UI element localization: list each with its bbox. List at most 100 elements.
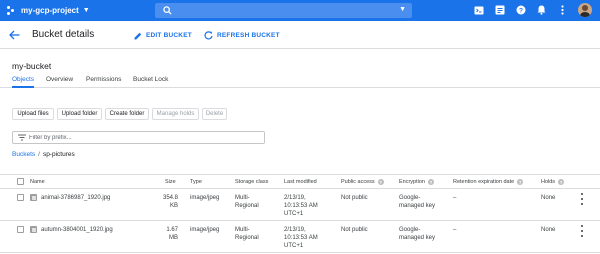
create-folder-button[interactable]: Create folder bbox=[105, 108, 149, 120]
modified-date: 2/13/19, bbox=[284, 195, 306, 201]
column-storage-class[interactable]: Storage class bbox=[235, 179, 268, 185]
page-header: Bucket details EDIT BUCKET REFRESH BUCKE… bbox=[0, 21, 600, 49]
retention-date: – bbox=[453, 227, 457, 233]
manage-holds-button[interactable]: Manage holds bbox=[152, 108, 199, 120]
modified-zone: UTC+1 bbox=[284, 243, 304, 249]
help-icon[interactable]: ? bbox=[558, 179, 565, 185]
storage-class-line1: Multi- bbox=[235, 195, 250, 201]
storage-class: Multi- Regional bbox=[235, 226, 259, 242]
search-dropdown-icon[interactable]: ▼ bbox=[399, 6, 406, 13]
column-retention-label: Retention expiration date bbox=[453, 179, 515, 185]
column-holds[interactable]: Holds? bbox=[541, 179, 565, 185]
breadcrumb-separator: / bbox=[38, 151, 40, 158]
bell-icon[interactable] bbox=[536, 5, 547, 16]
tab-objects[interactable]: Objects bbox=[12, 76, 34, 83]
svg-text:?: ? bbox=[519, 7, 523, 14]
column-name[interactable]: Name bbox=[30, 179, 45, 185]
size-unit: KB bbox=[169, 203, 178, 209]
column-public-access-label: Public access bbox=[341, 179, 375, 185]
storage-class-line2: Regional bbox=[235, 235, 259, 241]
help-icon[interactable]: ? bbox=[515, 5, 526, 16]
holds: None bbox=[541, 195, 556, 201]
more-vert-icon[interactable] bbox=[557, 5, 568, 16]
filter-input[interactable] bbox=[29, 134, 249, 141]
avatar[interactable] bbox=[578, 3, 592, 17]
public-access: Not public bbox=[341, 195, 368, 201]
upload-files-button[interactable]: Upload files bbox=[12, 108, 54, 120]
table-row[interactable]: autumn-3804001_1920.jpg 1.67 MB image/jpe… bbox=[0, 221, 600, 253]
project-name: my-gcp-project bbox=[21, 6, 79, 15]
row-more-vert-icon[interactable] bbox=[579, 225, 585, 237]
image-file-icon bbox=[30, 194, 37, 201]
column-retention[interactable]: Retention expiration date? bbox=[453, 179, 524, 185]
column-last-modified[interactable]: Last modified bbox=[284, 179, 317, 185]
project-dots-icon bbox=[7, 5, 17, 16]
column-public-access[interactable]: Public access? bbox=[341, 179, 384, 185]
size-value: 1.67 bbox=[166, 227, 178, 233]
tab-bucket-lock[interactable]: Bucket Lock bbox=[133, 76, 168, 83]
modified-time: 10:13:53 AM bbox=[284, 203, 318, 209]
file-name-link[interactable]: autumn-3804001_1920.jpg bbox=[41, 226, 113, 234]
help-icon[interactable]: ? bbox=[428, 179, 434, 185]
size-unit: MB bbox=[169, 235, 178, 241]
back-arrow-icon[interactable] bbox=[8, 29, 20, 41]
filter-box[interactable] bbox=[12, 131, 265, 144]
storage-class-line1: Multi- bbox=[235, 227, 250, 233]
column-encryption-label: Encryption bbox=[399, 179, 425, 185]
upload-folder-button[interactable]: Upload folder bbox=[57, 108, 102, 120]
file-name-link[interactable]: animal-3786987_1920.jpg bbox=[41, 194, 110, 202]
object-toolbar: Upload files Upload folder Create folder… bbox=[12, 108, 230, 120]
size-value: 354.8 bbox=[162, 195, 178, 201]
project-selector[interactable]: my-gcp-project ▼ bbox=[7, 5, 90, 16]
edit-bucket-label: EDIT BUCKET bbox=[146, 32, 192, 39]
search-bar[interactable]: ▼ bbox=[155, 3, 412, 18]
modified-date: 2/13/19, bbox=[284, 227, 306, 233]
file-type: image/jpeg bbox=[190, 227, 220, 233]
select-all-checkbox[interactable] bbox=[17, 178, 24, 185]
filter-icon bbox=[17, 133, 26, 142]
pencil-icon bbox=[133, 31, 142, 40]
column-type[interactable]: Type bbox=[190, 179, 202, 185]
breadcrumb: Buckets / sp-pictures bbox=[12, 151, 75, 158]
delete-button[interactable]: Delete bbox=[202, 108, 227, 120]
tab-bar: Objects Overview Permissions Bucket Lock bbox=[0, 72, 600, 88]
storage-class-line2: Regional bbox=[235, 203, 259, 209]
top-app-bar: my-gcp-project ▼ ▼ ? bbox=[0, 0, 600, 21]
row-checkbox[interactable] bbox=[17, 226, 24, 233]
image-file-icon bbox=[30, 226, 37, 233]
encryption-line2: managed key bbox=[399, 235, 436, 241]
holds: None bbox=[541, 227, 556, 233]
refresh-bucket-button[interactable]: REFRESH BUCKET bbox=[204, 31, 280, 40]
edit-bucket-button[interactable]: EDIT BUCKET bbox=[133, 31, 192, 40]
cloud-shell-icon[interactable] bbox=[473, 5, 484, 16]
refresh-icon bbox=[204, 31, 213, 40]
column-size[interactable]: Size bbox=[165, 179, 176, 185]
column-encryption[interactable]: Encryption? bbox=[399, 179, 434, 185]
bucket-name: my-bucket bbox=[12, 61, 52, 71]
encryption-line1: Google- bbox=[399, 195, 421, 201]
encryption-line2: managed key bbox=[399, 203, 436, 209]
table-row[interactable]: animal-3786987_1920.jpg 354.8 KB image/jp… bbox=[0, 189, 600, 221]
caret-down-icon: ▼ bbox=[82, 7, 90, 14]
refresh-bucket-label: REFRESH BUCKET bbox=[217, 32, 280, 39]
encryption: Google-managed key bbox=[399, 226, 435, 242]
row-more-vert-icon[interactable] bbox=[579, 193, 585, 205]
public-access: Not public bbox=[341, 227, 368, 233]
help-icon[interactable]: ? bbox=[377, 179, 384, 185]
storage-class: Multi- Regional bbox=[235, 194, 259, 210]
breadcrumb-buckets-link[interactable]: Buckets bbox=[12, 151, 35, 158]
column-holds-label: Holds bbox=[541, 179, 556, 185]
tab-permissions[interactable]: Permissions bbox=[86, 76, 121, 83]
search-icon bbox=[161, 5, 173, 17]
last-modified: 2/13/19, 10:13:53 AM UTC+1 bbox=[284, 194, 318, 218]
breadcrumb-current: sp-pictures bbox=[42, 151, 75, 158]
modified-zone: UTC+1 bbox=[284, 211, 304, 217]
notifications-list-icon[interactable] bbox=[494, 5, 505, 16]
row-checkbox[interactable] bbox=[17, 194, 24, 201]
retention-date: – bbox=[453, 195, 457, 201]
help-icon[interactable]: ? bbox=[517, 179, 524, 185]
encryption-line1: Google- bbox=[399, 227, 421, 233]
tab-overview[interactable]: Overview bbox=[46, 76, 73, 83]
encryption: Google-managed key bbox=[399, 194, 435, 210]
table-header: Name Size Type Storage class Last modifi… bbox=[0, 174, 600, 189]
